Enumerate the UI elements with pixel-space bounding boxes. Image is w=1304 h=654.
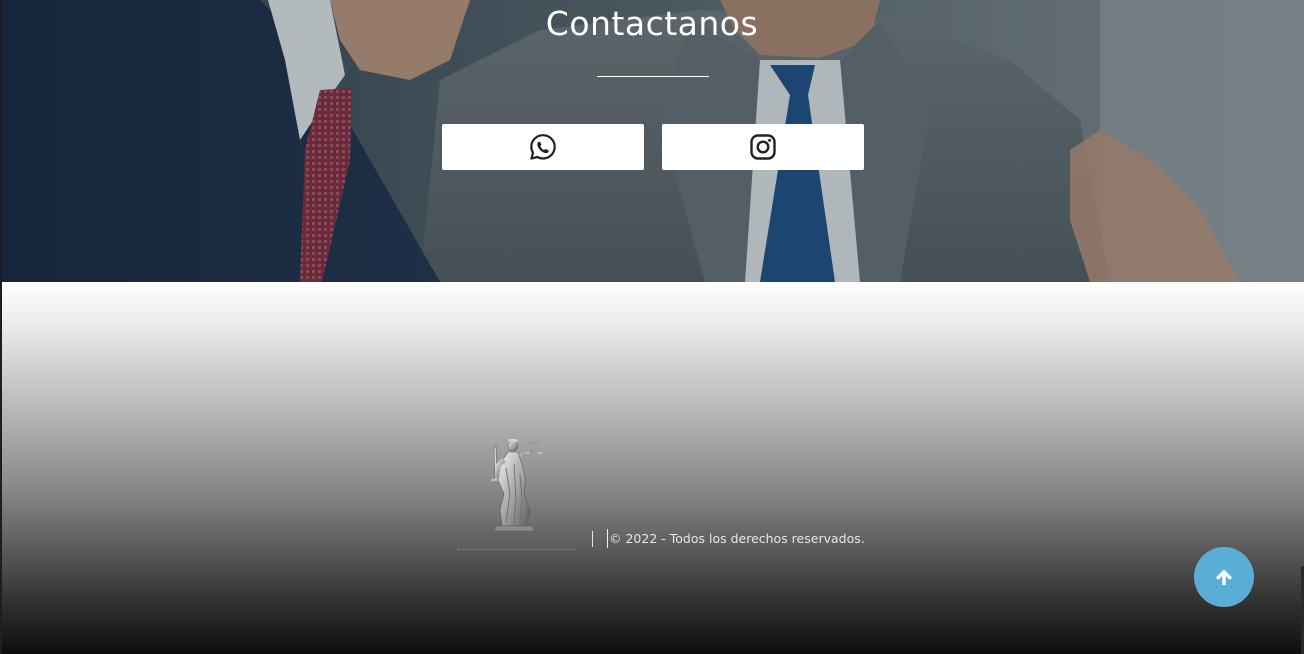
contact-section: Contactanos bbox=[0, 0, 1304, 282]
copyright-text: © 2022 - Todos los derechos reservados. bbox=[609, 531, 865, 546]
whatsapp-button[interactable] bbox=[442, 124, 644, 170]
contact-title: Contactanos bbox=[545, 4, 759, 43]
logo-underline bbox=[458, 549, 576, 550]
instagram-icon bbox=[750, 134, 776, 160]
footer-separator bbox=[592, 531, 593, 547]
whatsapp-icon bbox=[530, 134, 556, 160]
footer bbox=[2, 282, 1304, 654]
scroll-to-top-button[interactable] bbox=[1194, 547, 1254, 607]
text-cursor bbox=[607, 529, 608, 548]
page: Contactanos © 2022 - Todos los derechos … bbox=[0, 0, 1304, 654]
instagram-button[interactable] bbox=[662, 124, 864, 170]
lady-justice-statue-icon bbox=[491, 439, 543, 532]
arrow-up-icon bbox=[1216, 569, 1232, 585]
title-divider bbox=[597, 76, 709, 77]
